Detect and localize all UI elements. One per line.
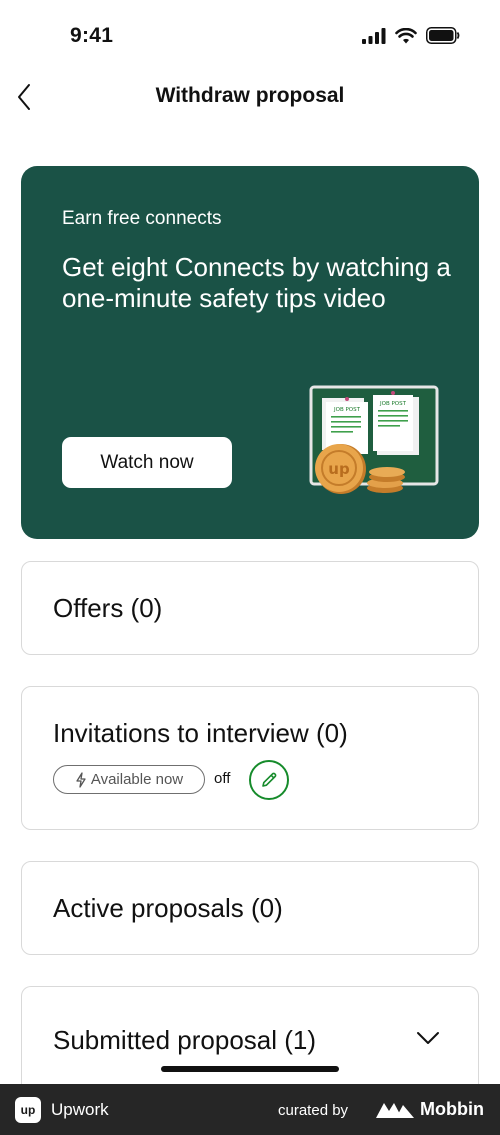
- wifi-icon: [395, 27, 417, 43]
- submitted-proposal-title: Submitted proposal (1): [53, 1025, 317, 1055]
- active-proposals-title: Active proposals (0): [53, 893, 283, 923]
- expand-submitted-button[interactable]: [416, 1031, 440, 1050]
- offers-title: Offers (0): [53, 593, 163, 623]
- job-board-illustration: JOB POST JOB POST up: [309, 385, 439, 494]
- illustration-coin-label: up: [328, 460, 350, 478]
- available-now-badge[interactable]: Available now: [53, 765, 205, 794]
- nav-bar: Withdraw proposal: [0, 76, 500, 118]
- status-bar: 9:41: [0, 0, 500, 72]
- active-proposals-section[interactable]: Active proposals (0): [21, 861, 479, 955]
- footer-app-name: Upwork: [51, 1100, 109, 1119]
- invitations-title: Invitations to interview (0): [53, 718, 348, 748]
- promo-banner: Earn free connects Get eight Connects by…: [21, 166, 479, 539]
- pencil-icon: [262, 772, 277, 787]
- illustration-left-label: JOB POST: [333, 407, 361, 413]
- status-time: 9:41: [70, 24, 114, 47]
- lightning-icon: [76, 771, 86, 788]
- offers-section[interactable]: Offers (0): [21, 561, 479, 655]
- promo-headline: Get eight Connects by watching a one-min…: [62, 252, 451, 313]
- chevron-down-icon: [417, 1032, 439, 1044]
- status-icons: [362, 27, 460, 44]
- watch-now-button[interactable]: Watch now: [62, 437, 232, 488]
- footer-curated-by: curated by: [278, 1102, 349, 1119]
- available-now-label: Available now: [90, 771, 184, 788]
- attribution-footer: up Upwork curated by Mobbin: [0, 1084, 500, 1135]
- availability-status: off: [214, 770, 231, 787]
- edit-availability-button[interactable]: [249, 760, 289, 800]
- home-indicator: [161, 1066, 339, 1072]
- upwork-logo: up: [15, 1097, 41, 1123]
- battery-icon: [426, 27, 460, 44]
- signal-icon: [362, 27, 386, 44]
- illustration-right-label: JOB POST: [379, 401, 407, 407]
- promo-eyebrow: Earn free connects: [62, 208, 222, 229]
- footer-brand: Mobbin: [420, 1099, 484, 1119]
- mobbin-logo-icon: [376, 1103, 414, 1118]
- page-title: Withdraw proposal: [155, 84, 345, 107]
- invitations-section[interactable]: Invitations to interview (0) Available n…: [21, 686, 479, 830]
